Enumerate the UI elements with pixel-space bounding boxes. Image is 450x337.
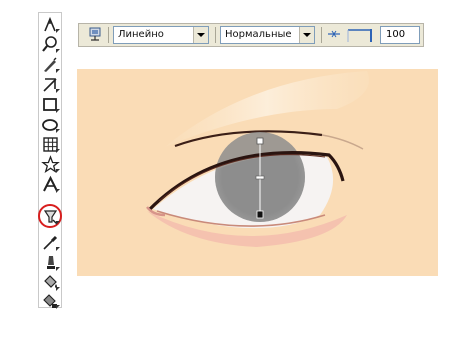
freehand-tool-icon[interactable]	[41, 55, 60, 74]
interactive-fill-tool-icon[interactable]	[41, 291, 60, 310]
chevron-down-icon[interactable]	[299, 27, 314, 43]
transparency-presets-icon[interactable]	[86, 27, 104, 43]
star-shape-tool-icon[interactable]	[41, 155, 60, 174]
transparency-midpoint	[255, 175, 265, 180]
drawing-canvas[interactable]	[77, 69, 438, 276]
chevron-down-icon[interactable]	[193, 27, 208, 43]
transparency-end-node	[256, 210, 264, 219]
transparency-slider[interactable]	[347, 27, 373, 43]
smart-fill-tool-icon[interactable]	[41, 75, 60, 94]
pick-tool-icon[interactable]	[41, 15, 60, 34]
separator	[321, 27, 322, 43]
ellipse-tool-icon[interactable]	[41, 115, 60, 134]
transparency-type-value: Линейно	[118, 29, 164, 40]
toolbox	[38, 12, 62, 310]
rectangle-tool-icon[interactable]	[41, 95, 60, 114]
transparency-tool-icon[interactable]	[38, 204, 62, 228]
transparency-type-select[interactable]: Линейно	[113, 26, 209, 44]
transparency-operation-value: Нормальные	[225, 29, 292, 40]
transparency-operation-select[interactable]: Нормальные	[220, 26, 315, 44]
outline-tool-icon[interactable]	[41, 253, 60, 272]
zoom-tool-icon[interactable]	[41, 35, 60, 54]
property-bar: Линейно Нормальные 100	[78, 23, 424, 47]
fill-tool-icon[interactable]	[41, 273, 60, 292]
transparency-start-node	[256, 137, 264, 145]
text-tool-icon[interactable]	[41, 175, 60, 194]
eyedropper-tool-icon[interactable]	[41, 233, 60, 252]
graph-paper-tool-icon[interactable]	[41, 135, 60, 154]
separator	[215, 27, 216, 43]
transparency-value-field[interactable]: 100	[380, 26, 420, 44]
separator	[108, 27, 109, 43]
midpoint-icon	[327, 29, 341, 42]
